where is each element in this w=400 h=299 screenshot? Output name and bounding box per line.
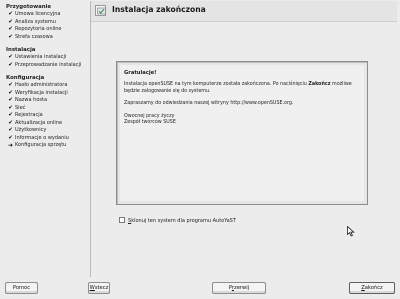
finish-button[interactable]: Zakończ	[349, 282, 395, 294]
finish-label: akończ	[364, 285, 383, 291]
sidebar-step: ✔ Hasło administratora	[2, 82, 84, 90]
sidebar-step: ✔ Ustawienia instalacji	[2, 54, 84, 62]
sidebar-step: ✔ Przeprowadzanie instalacji	[2, 62, 84, 70]
page-header: Instalacja zakończona	[91, 1, 397, 22]
clone-autoyast-checkbox[interactable]	[119, 217, 125, 223]
checkmark-icon: ✔	[8, 26, 13, 32]
checkmark-icon: ✔	[8, 134, 13, 141]
sidebar-step: ✔ Analiza systemu	[2, 19, 84, 27]
checkmark-icon: ✔	[8, 104, 13, 111]
installation-icon	[95, 5, 106, 16]
sidebar-step-label: Aktualizacja online	[15, 119, 63, 126]
help-button[interactable]: Pomoc	[5, 282, 38, 294]
back-label: stecz	[94, 285, 109, 291]
checkmark-icon: ✔	[8, 97, 13, 103]
message-paragraph-website: Zapraszamy do odwiedzania naszej witryny…	[124, 101, 294, 106]
message-paragraph-finish: Instalacja openSUSE na tym komputerze zo…	[124, 82, 360, 95]
sidebar-section-title: Instalacja	[6, 47, 36, 53]
sidebar-step: ✔ Sieć	[2, 105, 84, 113]
sidebar-section-title: Przygotowanie	[6, 4, 52, 10]
checkmark-icon: ✔	[8, 127, 13, 133]
message-text: Instalacja openSUSE na tym komputerze zo…	[124, 82, 309, 87]
abort-button[interactable]: Przerwij	[212, 282, 266, 294]
sidebar-step: ✔ Strefa czasowa	[2, 34, 84, 42]
yast-installer-window: Przygotowanie ✔ Umowa licencyjna ✔ Analiza s…	[0, 0, 400, 299]
sidebar-step: ➜ Konfiguracja sprzętu	[2, 142, 84, 150]
mouse-cursor-icon	[347, 226, 355, 237]
checkmark-icon: ✔	[8, 112, 13, 118]
checkmark-icon: ✔	[8, 119, 13, 126]
sidebar-step-label: Rejestracja	[15, 112, 43, 118]
congratulations-message-box: Gratulacje! Instalacja openSUSE na tym k…	[116, 61, 368, 205]
main-panel: Instalacja zakończona Gratulacje! Instal…	[90, 1, 397, 277]
finish-keyword: Zakończ	[308, 82, 331, 87]
sidebar-step-label: Umowa licencyjna	[15, 11, 61, 17]
sidebar-step: ✔ Nazwa hosta	[2, 97, 84, 105]
checkmark-icon: ✔	[8, 82, 13, 88]
sidebar-step-label: Użytkownicy	[15, 127, 47, 133]
sidebar-step: ✔ Użytkownicy	[2, 127, 84, 135]
sidebar-step: ✔ Rejestracja	[2, 112, 84, 120]
sidebar-step-label: Informacje o wydaniu	[15, 134, 69, 141]
message-title: Gratulacje!	[124, 70, 157, 76]
message-paragraph-signature: Owocnej pracy życzy Zespół twórców SUSE	[124, 114, 360, 127]
sidebar-step: ✔ Informacje o wydaniu	[2, 135, 84, 143]
sidebar-step-label: Ustawienia instalacji	[15, 54, 67, 60]
sidebar-step: ✔ Weryfikacja instalacji	[2, 90, 84, 98]
clone-autoyast-label[interactable]: Sklonuj ten system dla programu AutoYaST	[128, 218, 236, 224]
sidebar-step-label: Hasło administratora	[15, 82, 68, 88]
sidebar-step-label: Sieć	[15, 104, 26, 111]
sidebar-step-label: Konfiguracja sprzętu	[15, 142, 67, 148]
checkmark-icon: ✔	[8, 89, 13, 96]
back-button[interactable]: Wstecz	[88, 282, 110, 294]
clone-autoyast-checkbox-row[interactable]: Sklonuj ten system dla programu AutoYaST	[119, 217, 236, 226]
sidebar-step: ✔ Aktualizacja online	[2, 120, 84, 128]
page-title: Instalacja zakończona	[112, 5, 206, 14]
checkmark-icon: ✔	[8, 54, 13, 60]
abort-label-rest: zerwij	[234, 285, 250, 291]
sidebar-step: ✔ Umowa licencyjna	[2, 11, 84, 19]
sidebar-step-label: Repozytoria online	[15, 26, 62, 32]
sidebar-step: ✔ Repozytoria online	[2, 26, 84, 34]
sidebar-step-label: Weryfikacja instalacji	[15, 89, 68, 96]
sidebar-section-title: Konfiguracja	[6, 75, 45, 81]
checkmark-icon: ✔	[8, 11, 13, 17]
signature-line-1: Owocnej pracy życzy	[124, 113, 175, 119]
sidebar-step-label: Analiza systemu	[15, 18, 56, 25]
arrow-right-icon: ➜	[7, 142, 14, 149]
installation-steps-sidebar: Przygotowanie ✔ Umowa licencyjna ✔ Analiza s…	[2, 3, 84, 273]
checkmark-icon: ✔	[8, 33, 13, 40]
checkmark-icon: ✔	[8, 61, 13, 68]
sidebar-step-label: Strefa czasowa	[15, 33, 53, 40]
clone-label-text: klonuj ten system dla programu AutoYaST	[131, 218, 236, 224]
checkmark-icon: ✔	[8, 18, 13, 25]
sidebar-step-label: Przeprowadzanie instalacji	[15, 61, 82, 68]
sidebar-step-label: Nazwa hosta	[15, 97, 48, 103]
signature-line-2: Zespół twórców SUSE	[124, 120, 176, 125]
